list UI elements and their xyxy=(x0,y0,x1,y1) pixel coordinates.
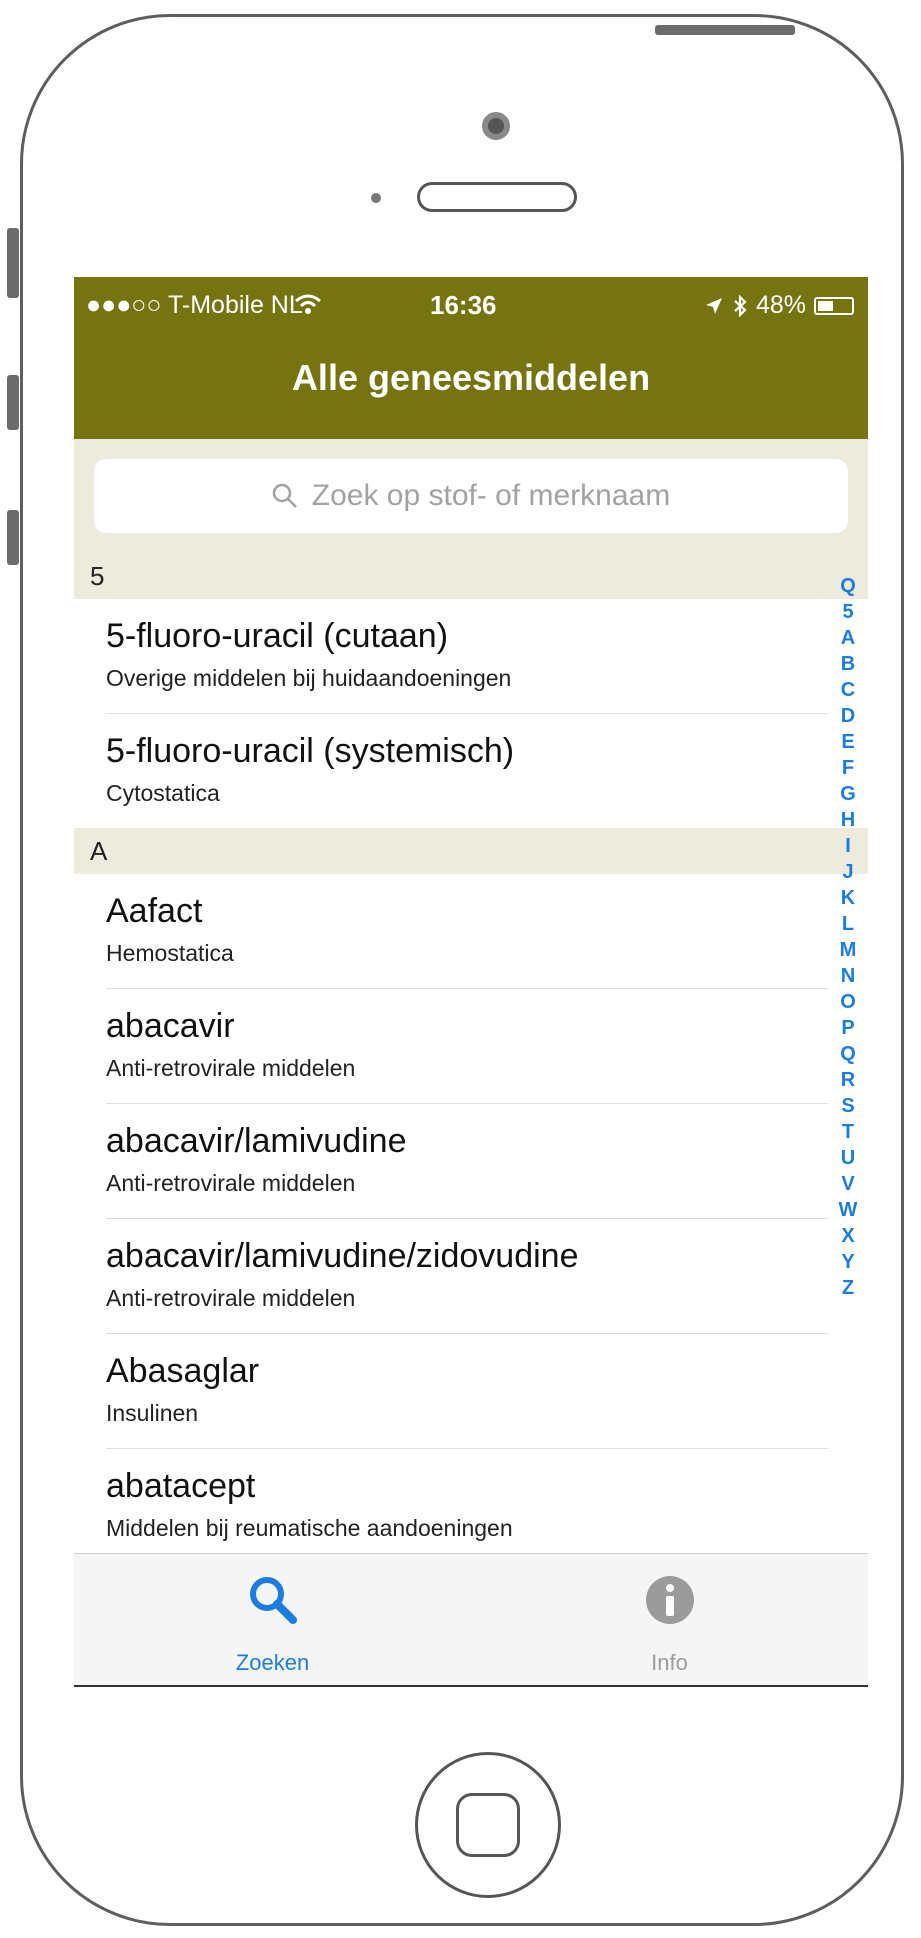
drug-category: Hemostatica xyxy=(106,940,234,966)
drug-category: Insulinen xyxy=(106,1400,199,1426)
list-item[interactable]: 5-fluoro-uracil (systemisch) Cytostatica xyxy=(106,714,828,828)
index-letter[interactable]: C xyxy=(841,677,855,703)
search-bar: Zoek op stof- of merknaam xyxy=(74,439,868,553)
location-arrow-icon xyxy=(705,297,722,314)
section-index[interactable]: Q5ABCDEFGHIJKLMNOPQRSTUVWXYZ xyxy=(836,573,860,1301)
index-letter[interactable]: K xyxy=(841,885,855,911)
index-letter[interactable]: Z xyxy=(842,1275,854,1301)
home-button[interactable] xyxy=(415,1752,561,1898)
index-letter[interactable]: X xyxy=(841,1223,854,1249)
index-letter[interactable]: T xyxy=(842,1119,854,1145)
index-letter[interactable]: L xyxy=(842,911,854,937)
index-letter[interactable]: J xyxy=(842,859,853,885)
front-camera xyxy=(482,112,510,140)
search-input[interactable]: Zoek op stof- of merknaam xyxy=(94,459,848,533)
earpiece-speaker xyxy=(417,182,577,212)
drug-category: Anti-retrovirale middelen xyxy=(106,1055,356,1081)
list-item[interactable]: abacavir/lamivudine/zidovudine Anti-retr… xyxy=(106,1219,828,1334)
tab-label: Zoeken xyxy=(235,1650,310,1675)
list-item[interactable]: abacavir Anti-retrovirale middelen xyxy=(106,989,828,1104)
home-button-icon xyxy=(456,1793,520,1857)
drug-name: Abasaglar xyxy=(106,1352,260,1390)
index-letter[interactable]: I xyxy=(845,833,851,859)
index-letter[interactable]: Y xyxy=(841,1249,854,1275)
search-icon xyxy=(249,1577,297,1624)
mute-switch xyxy=(7,228,19,298)
battery-percentage: 48% xyxy=(755,291,806,319)
volume-up-button xyxy=(7,375,19,430)
section-header-a: A xyxy=(74,828,868,874)
drug-category: Middelen bij reumatische aandoeningen xyxy=(106,1515,513,1541)
index-letter[interactable]: V xyxy=(841,1171,854,1197)
volume-down-button xyxy=(7,510,19,565)
app-screen: ●●●○○ T-Mobile NL 16:36 48% Alle geneesm… xyxy=(74,277,868,1689)
drug-category: Anti-retrovirale middelen xyxy=(106,1170,356,1196)
tab-info[interactable]: Info xyxy=(471,1554,868,1688)
drug-name: Aafact xyxy=(106,892,203,930)
drug-category: Anti-retrovirale middelen xyxy=(106,1285,356,1311)
index-letter[interactable]: R xyxy=(841,1067,855,1093)
search-icon xyxy=(272,483,297,508)
list-item[interactable]: abacavir/lamivudine Anti-retrovirale mid… xyxy=(106,1104,828,1219)
index-letter[interactable]: E xyxy=(841,729,854,755)
list-item[interactable]: Abasaglar Insulinen xyxy=(106,1334,828,1449)
drug-name: 5-fluoro-uracil (systemisch) xyxy=(106,732,515,770)
index-letter[interactable]: 5 xyxy=(842,599,853,625)
status-time: 16:36 xyxy=(430,290,497,320)
battery-icon xyxy=(814,296,854,315)
index-letter[interactable]: O xyxy=(840,989,856,1015)
tab-bar: Zoeken Info xyxy=(74,1553,868,1687)
drug-list[interactable]: 5 5-fluoro-uracil (cutaan) Overige midde… xyxy=(74,553,868,1553)
drug-category: Cytostatica xyxy=(106,780,220,806)
info-icon xyxy=(645,1576,694,1624)
wifi-icon xyxy=(295,294,321,314)
list-item[interactable]: abatacept Middelen bij reumatische aando… xyxy=(106,1449,828,1553)
index-letter[interactable]: Q xyxy=(840,1041,856,1067)
navigation-header: ●●●○○ T-Mobile NL 16:36 48% Alle geneesm… xyxy=(74,277,868,439)
index-letter[interactable]: G xyxy=(840,781,856,807)
status-bar: ●●●○○ T-Mobile NL 16:36 48% xyxy=(74,277,868,332)
list-item[interactable]: 5-fluoro-uracil (cutaan) Overige middele… xyxy=(106,599,828,714)
page-title: Alle geneesmiddelen xyxy=(291,357,651,398)
carrier-signal: ●●●○○ T-Mobile NL xyxy=(86,291,303,319)
index-letter[interactable]: H xyxy=(841,807,855,833)
drug-name: abatacept xyxy=(106,1467,256,1505)
power-button xyxy=(655,25,795,35)
index-letter[interactable]: P xyxy=(841,1015,854,1041)
drug-name: abacavir/lamivudine/zidovudine xyxy=(106,1237,579,1275)
index-letter[interactable]: W xyxy=(839,1197,858,1223)
search-placeholder: Zoek op stof- of merknaam xyxy=(311,479,671,512)
index-letter[interactable]: M xyxy=(840,937,857,963)
index-letter[interactable]: N xyxy=(841,963,855,989)
index-letter[interactable]: B xyxy=(841,651,855,677)
section-header-5: 5 xyxy=(74,553,868,599)
drug-name: abacavir/lamivudine xyxy=(106,1122,407,1160)
drug-name: abacavir xyxy=(106,1007,235,1045)
list-item[interactable]: Aafact Hemostatica xyxy=(106,874,828,989)
bluetooth-icon xyxy=(734,294,747,317)
proximity-sensor xyxy=(371,193,381,203)
index-letter[interactable]: U xyxy=(841,1145,855,1171)
index-letter[interactable]: F xyxy=(842,755,854,781)
tab-label: Info xyxy=(651,1650,688,1675)
drug-category: Overige middelen bij huidaandoeningen xyxy=(106,665,512,691)
index-letter[interactable]: D xyxy=(841,703,855,729)
status-right: 48% xyxy=(704,291,854,320)
tab-zoeken[interactable]: Zoeken xyxy=(74,1554,471,1688)
index-letter[interactable]: Q xyxy=(840,573,856,599)
index-letter[interactable]: S xyxy=(841,1093,854,1119)
index-letter[interactable]: A xyxy=(841,625,855,651)
drug-name: 5-fluoro-uracil (cutaan) xyxy=(106,617,449,655)
